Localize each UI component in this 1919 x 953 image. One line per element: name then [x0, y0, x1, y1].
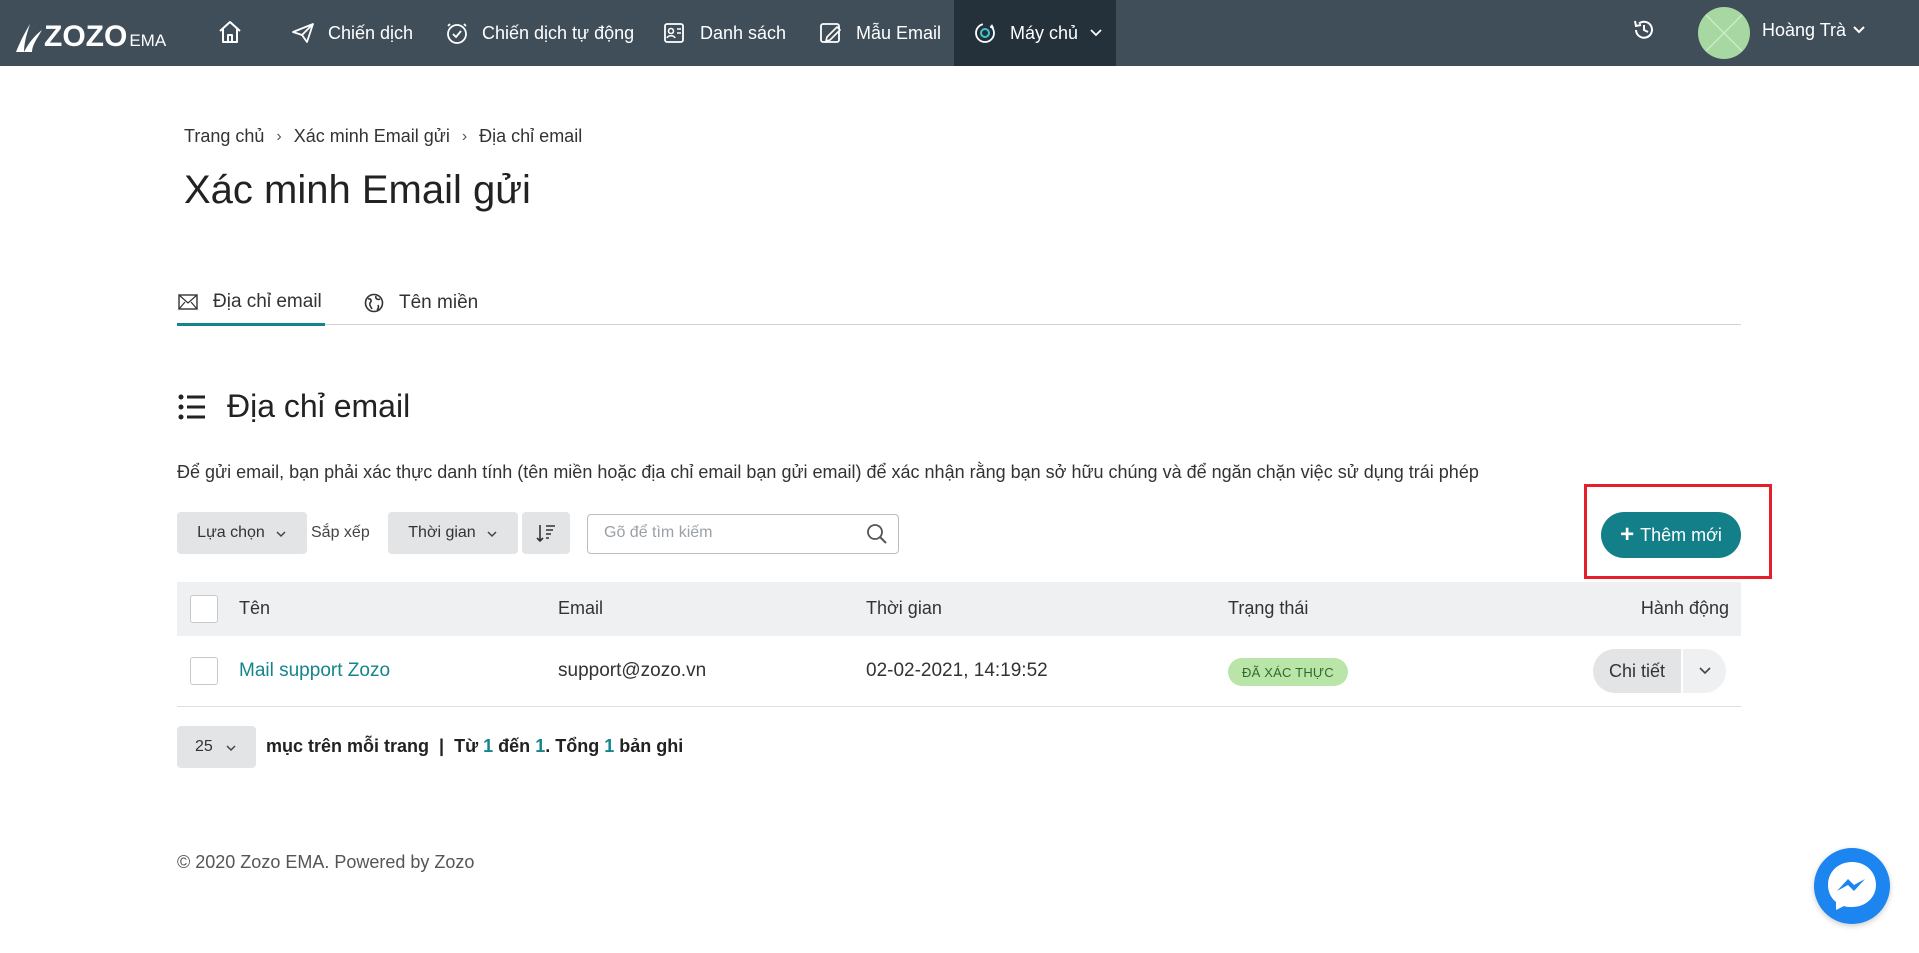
tab-label: Địa chỉ email: [213, 290, 322, 312]
sort-field-dropdown[interactable]: Thời gian: [388, 512, 518, 554]
section-title: Địa chỉ email: [177, 388, 410, 425]
table-row: Mail support Zozo support@zozo.vn 02-02-…: [177, 636, 1741, 707]
sort-field-value: Thời gian: [408, 524, 476, 541]
nav-item-label: Danh sách: [700, 22, 787, 43]
chevron-down-icon: [1090, 29, 1102, 37]
footer-copyright: © 2020 Zozo EMA. Powered by Zozo: [177, 852, 475, 872]
chevron-down-icon[interactable]: [1852, 22, 1872, 42]
tab-label: Tên miền: [399, 291, 479, 313]
nav-item-automation[interactable]: Chiến dịch tự động: [444, 0, 634, 66]
add-new-button[interactable]: + Thêm mới: [1601, 512, 1741, 558]
list-icon: [177, 392, 207, 422]
select-all-checkbox[interactable]: [190, 595, 218, 623]
per-page-value: 25: [195, 738, 213, 755]
search-input[interactable]: [604, 515, 864, 551]
nav-item-label: Chiến dịch tự động: [482, 22, 635, 43]
sort-descending-icon: [535, 522, 557, 544]
from-text: Từ: [454, 736, 479, 756]
logo-mark-icon: [16, 24, 42, 52]
bulk-select-dropdown[interactable]: Lựa chọn: [177, 512, 307, 554]
to-number: 1: [535, 736, 546, 756]
pagination-divider: |: [429, 736, 455, 756]
messenger-chat-button[interactable]: [1814, 848, 1890, 924]
column-header-name[interactable]: Tên: [239, 598, 270, 619]
status-badge: ĐÃ XÁC THỰC: [1228, 658, 1348, 686]
template-edit-icon: [818, 20, 844, 46]
contact-list-icon: [662, 20, 688, 46]
clock-check-icon: [444, 20, 470, 46]
plus-icon: +: [1620, 521, 1635, 548]
tab-bar: Địa chỉ email Tên miền: [177, 280, 1741, 326]
globe-icon: [363, 292, 385, 314]
section-description: Để gửi email, bạn phải xác thực danh tín…: [177, 462, 1479, 482]
row-time: 02-02-2021, 14:19:52: [866, 660, 1048, 681]
section-title-text: Địa chỉ email: [227, 388, 411, 424]
sort-direction-button[interactable]: [522, 512, 570, 554]
records-text: bản ghi: [619, 736, 684, 756]
per-page-text: mục trên mỗi trang: [266, 736, 430, 756]
logo-text: ZOZO: [44, 20, 128, 53]
logo-sub-text: EMA: [129, 31, 167, 50]
paper-plane-icon: [290, 20, 316, 46]
period: .: [545, 736, 556, 756]
to-text: đến: [498, 736, 531, 756]
breadcrumb: Trang chủ › Xác minh Email gửi › Địa chỉ…: [184, 126, 582, 147]
total-text: Tổng: [555, 736, 600, 756]
server-cycle-icon: [972, 20, 998, 46]
user-name[interactable]: Hoàng Trà: [1762, 20, 1846, 41]
column-header-actions: Hành động: [1640, 598, 1729, 618]
nav-item-campaigns[interactable]: Chiến dịch: [290, 0, 413, 66]
column-header-email[interactable]: Email: [558, 598, 603, 619]
search-icon[interactable]: [866, 523, 888, 545]
per-page-select[interactable]: 25: [177, 726, 256, 768]
breadcrumb-item-home[interactable]: Trang chủ: [184, 126, 264, 147]
row-name-link[interactable]: Mail support Zozo: [239, 660, 390, 682]
pagination-summary: mục trên mỗi trang | Từ 1 đến 1. Tổng 1 …: [266, 736, 683, 757]
table-header: Tên Email Thời gian Trạng thái Hành động: [177, 582, 1741, 636]
top-navbar: ZOZO EMA Chiến dịch Chiến dịch tự động D…: [0, 0, 1919, 66]
nav-item-servers[interactable]: Máy chủ: [954, 0, 1116, 66]
search-box: [587, 514, 899, 554]
breadcrumb-item-verify[interactable]: Xác minh Email gửi: [294, 126, 450, 147]
column-header-time[interactable]: Thời gian: [866, 598, 942, 619]
breadcrumb-separator: ›: [461, 127, 468, 145]
row-email: support@zozo.vn: [558, 660, 707, 681]
row-checkbox[interactable]: [190, 657, 218, 685]
breadcrumb-item-current: Địa chỉ email: [479, 126, 583, 146]
from-number: 1: [483, 736, 494, 756]
nav-item-label: Chiến dịch: [328, 22, 414, 43]
chevron-down-icon: [486, 527, 498, 539]
breadcrumb-separator: ›: [276, 127, 282, 145]
home-icon[interactable]: [212, 14, 248, 50]
nav-item-email-templates[interactable]: Mẫu Email: [818, 0, 941, 66]
envelope-icon: [177, 291, 199, 313]
row-actions-dropdown[interactable]: [1683, 649, 1726, 693]
column-header-status[interactable]: Trạng thái: [1228, 598, 1308, 619]
add-new-label: Thêm mới: [1640, 524, 1722, 545]
chevron-down-icon: [275, 527, 287, 539]
tab-domain[interactable]: Tên miền: [363, 280, 478, 325]
row-action-group: Chi tiết: [1593, 649, 1726, 693]
messenger-icon: [1823, 857, 1881, 915]
zozo-logo[interactable]: ZOZO EMA: [14, 14, 166, 54]
chevron-down-icon: [1698, 667, 1711, 675]
tab-email-address[interactable]: Địa chỉ email: [177, 280, 325, 326]
bulk-select-label: Lựa chọn: [197, 524, 265, 541]
sort-label: Sắp xếp: [311, 524, 370, 541]
total-number: 1: [604, 736, 615, 756]
avatar[interactable]: [1698, 7, 1750, 59]
nav-item-label: Máy chủ: [1010, 22, 1079, 43]
detail-button[interactable]: Chi tiết: [1593, 649, 1681, 693]
history-icon[interactable]: [1628, 14, 1660, 46]
nav-item-label: Mẫu Email: [856, 22, 942, 43]
nav-item-lists[interactable]: Danh sách: [662, 0, 786, 66]
page-title: Xác minh Email gửi: [184, 168, 531, 212]
chevron-down-icon: [225, 741, 237, 753]
